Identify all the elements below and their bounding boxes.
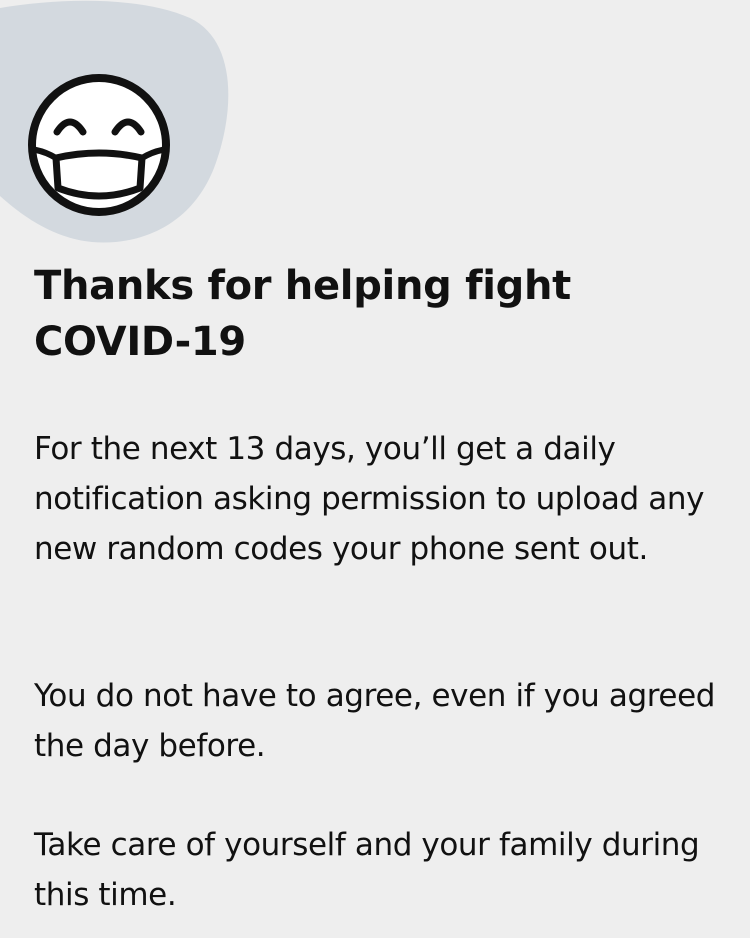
page-title: Thanks for helping fight COVID-19 — [34, 263, 571, 365]
notification-info-text: For the next 13 days, you’ll get a daily… — [34, 431, 705, 567]
smiling-face-with-mask-icon — [28, 74, 170, 216]
consent-info-text: You do not have to agree, even if you ag… — [34, 678, 716, 764]
closing-message-text: Take care of yourself and your family du… — [34, 827, 700, 913]
